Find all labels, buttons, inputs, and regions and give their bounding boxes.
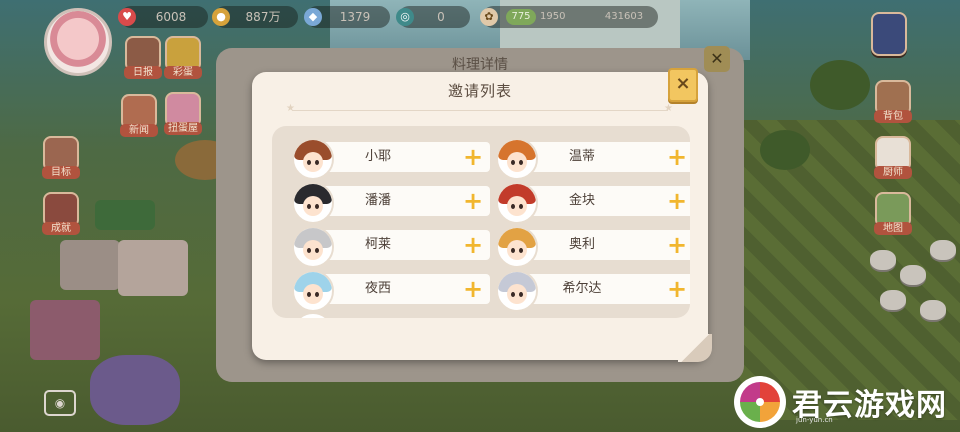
achievements-button[interactable]: 成就 bbox=[42, 192, 80, 235]
exp-fill: 775 bbox=[506, 9, 536, 25]
invite-plus-icon[interactable]: + bbox=[666, 145, 688, 169]
friend-name: 金块 bbox=[568, 193, 595, 208]
friend-row-panpan[interactable]: 潘潘 + bbox=[292, 182, 492, 224]
friend-name: 奥利 bbox=[568, 237, 595, 252]
coins-counter: ● 887万 bbox=[212, 6, 298, 28]
tree bbox=[760, 130, 810, 170]
lavender-tree bbox=[90, 355, 180, 425]
backpack-button[interactable] bbox=[870, 12, 908, 56]
title-divider bbox=[292, 110, 668, 111]
invite-plus-icon[interactable]: + bbox=[462, 145, 484, 169]
invite-list-title: 邀请列表 bbox=[447, 82, 512, 100]
friend-list-panel[interactable]: 小耶 + 潘潘 + 柯莱 + 夜西 + 温蒂 + 金块 + 奥利 + 希尔达 + bbox=[272, 126, 690, 318]
friend-avatar bbox=[292, 182, 334, 224]
hearts-counter: ♥ 6008 bbox=[118, 6, 208, 28]
fans-count: 431603 bbox=[604, 11, 644, 22]
friend-avatar bbox=[496, 182, 538, 224]
news-button[interactable]: 新闻 bbox=[120, 94, 158, 137]
invite-plus-icon[interactable]: + bbox=[666, 277, 688, 301]
gems-counter: ◆ 1379 bbox=[304, 6, 390, 28]
friend-avatar bbox=[292, 138, 334, 180]
tree bbox=[810, 60, 870, 110]
energy-icon: ◎ bbox=[396, 8, 414, 26]
hamster-icon: ✿ bbox=[480, 8, 498, 26]
friend-avatar bbox=[496, 138, 538, 180]
invite-plus-icon[interactable]: + bbox=[666, 189, 688, 213]
shop-stall bbox=[60, 240, 120, 290]
friend-row-aoli[interactable]: 奥利 + bbox=[496, 226, 690, 268]
food-truck bbox=[118, 240, 188, 296]
egg-button[interactable]: 彩蛋 bbox=[164, 36, 202, 79]
sheep bbox=[920, 300, 946, 320]
bag-button[interactable]: 背包 bbox=[874, 80, 912, 123]
friend-name: 潘潘 bbox=[364, 193, 391, 208]
level-bar: ✿ 775 1950 431603 bbox=[480, 6, 658, 28]
friend-avatar bbox=[292, 226, 334, 268]
friend-avatar bbox=[496, 270, 538, 312]
gem-icon: ◆ bbox=[304, 8, 322, 26]
friend-row-xierda[interactable]: 希尔达 + bbox=[496, 270, 690, 312]
tractor bbox=[95, 200, 155, 230]
goals-button[interactable]: 目标 bbox=[42, 136, 80, 179]
gacha-button[interactable]: 扭蛋屋 bbox=[164, 92, 202, 135]
friend-name: 夜西 bbox=[364, 281, 391, 296]
chef-button[interactable]: 厨师 bbox=[874, 136, 912, 179]
sheep bbox=[880, 290, 906, 310]
sheep bbox=[930, 240, 956, 260]
friend-name: 希尔达 bbox=[562, 281, 602, 296]
friend-name: 温蒂 bbox=[568, 149, 595, 164]
friend-row-kelai[interactable]: 柯莱 + bbox=[292, 226, 492, 268]
coin-icon: ● bbox=[212, 8, 230, 26]
invite-plus-icon[interactable]: + bbox=[462, 233, 484, 257]
friend-name: 小耶 bbox=[364, 149, 391, 164]
star-icon: ★ bbox=[664, 103, 673, 114]
book-icon bbox=[871, 12, 907, 56]
daily-report-button[interactable]: 日报 bbox=[124, 36, 162, 79]
watermark-subtext: jun-yun.cn bbox=[796, 416, 833, 424]
sheep bbox=[900, 265, 926, 285]
friend-avatar bbox=[496, 226, 538, 268]
heart-icon: ♥ bbox=[118, 8, 136, 26]
invite-plus-icon[interactable]: + bbox=[462, 277, 484, 301]
friend-name: 柯莱 bbox=[364, 237, 391, 252]
flower-stall bbox=[30, 300, 100, 360]
friend-row-wendy[interactable]: 温蒂 + bbox=[496, 138, 690, 180]
energy-counter: ◎ 0 bbox=[396, 6, 470, 28]
watermark-logo bbox=[734, 376, 786, 428]
map-button[interactable]: 地图 bbox=[874, 192, 912, 235]
invite-plus-icon[interactable]: + bbox=[666, 233, 688, 257]
invite-close-button[interactable]: × bbox=[668, 68, 698, 102]
friend-row-yexi[interactable]: 夜西 + bbox=[292, 270, 492, 312]
star-icon: ★ bbox=[286, 103, 295, 114]
friend-avatar bbox=[292, 270, 334, 312]
camera-icon[interactable]: ◉ bbox=[44, 390, 76, 416]
recipe-details-title: 料理详情 bbox=[452, 57, 508, 73]
sheep bbox=[870, 250, 896, 270]
recipe-details-close-button[interactable]: ✕ bbox=[704, 46, 730, 72]
page-curl bbox=[678, 334, 712, 362]
friend-row-jinkuai[interactable]: 金块 + bbox=[496, 182, 690, 224]
friend-avatar-partial bbox=[292, 312, 334, 318]
friend-row-xiaoye[interactable]: 小耶 + bbox=[292, 138, 492, 180]
invite-plus-icon[interactable]: + bbox=[462, 189, 484, 213]
player-avatar[interactable] bbox=[44, 8, 112, 76]
